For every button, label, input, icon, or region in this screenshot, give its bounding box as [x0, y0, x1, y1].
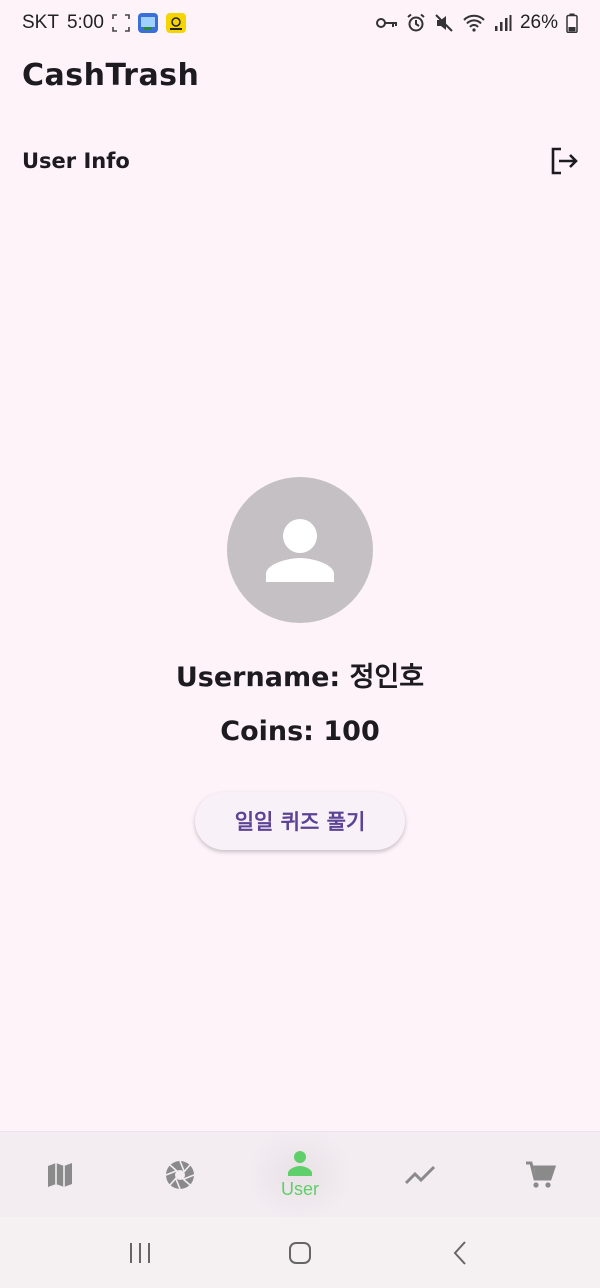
back-button[interactable]: [430, 1228, 490, 1278]
carrier-label: SKT: [22, 12, 59, 33]
clock: 5:00: [66, 12, 104, 33]
nav-item-camera[interactable]: [130, 1132, 230, 1218]
battery-icon: [566, 13, 578, 33]
avatar: [227, 477, 373, 623]
coins-text: Coins: 100: [220, 716, 380, 747]
daily-quiz-button[interactable]: 일일 퀴즈 풀기: [195, 792, 405, 850]
alarm-icon: [406, 13, 426, 33]
nav-label-user: User: [280, 1179, 319, 1199]
status-bar: SKT 5:00 26%: [0, 0, 600, 46]
signal-icon: [494, 14, 512, 32]
wifi-icon: [462, 13, 486, 33]
status-bar-right: 26%: [375, 12, 578, 34]
logout-icon: [551, 147, 578, 175]
cart-icon: [526, 1161, 556, 1188]
logout-button[interactable]: [548, 145, 580, 177]
home-button[interactable]: [270, 1228, 330, 1278]
mute-icon: [434, 13, 454, 33]
app-title: CashTrash: [22, 58, 200, 93]
recent-apps-icon: [130, 1242, 150, 1263]
username-text: Username: 정인호: [175, 662, 425, 693]
vpn-key-icon: [375, 16, 398, 30]
status-bar-left: SKT 5:00: [22, 12, 186, 34]
yellow-app-icon: [165, 13, 186, 33]
nav-item-shop[interactable]: [490, 1132, 590, 1218]
home-icon: [289, 1241, 311, 1264]
screenshot-frame-icon: [112, 14, 130, 32]
nav-item-stats[interactable]: [370, 1132, 470, 1218]
user-info-header: User Info: [22, 145, 580, 177]
battery-percent: 26%: [519, 12, 558, 33]
map-icon: [48, 1162, 72, 1187]
nav-item-user[interactable]: User: [250, 1131, 350, 1218]
system-navigation-bar: [0, 1217, 600, 1288]
person-icon: [266, 519, 334, 582]
back-icon: [453, 1240, 466, 1265]
person-icon: [288, 1151, 312, 1176]
app-notification-icon: [137, 13, 158, 33]
recent-apps-button[interactable]: [110, 1228, 170, 1278]
nav-item-map[interactable]: [10, 1132, 110, 1218]
bottom-navigation: User: [0, 1131, 600, 1218]
page-title: User Info: [22, 149, 130, 173]
camera-shutter-icon: [165, 1160, 195, 1189]
trending-icon: [404, 1165, 436, 1184]
